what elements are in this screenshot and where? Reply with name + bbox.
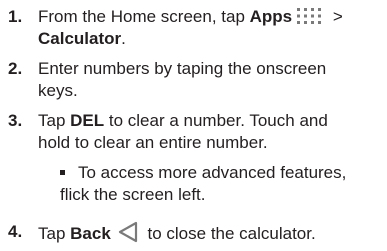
step-text: From the Home screen, tap Apps > Calcula…: [38, 6, 383, 50]
step-line: Enter numbers by taping the onscreen: [38, 59, 327, 78]
apps-grid-icon: [297, 8, 322, 24]
step-line: Tap DEL to clear a number. Touch and: [38, 110, 383, 132]
step-text: Tap Back to close the calculator.: [38, 221, 383, 245]
step-text-post: to close the calculator.: [142, 224, 316, 243]
bullet-line: To access more advanced features,: [78, 163, 347, 182]
step-line: keys.: [38, 81, 78, 100]
step-text-pre: Tap: [38, 111, 71, 130]
step-line: Calculator.: [38, 28, 383, 50]
bullet-text: To access more advanced features, flick …: [60, 162, 383, 206]
step-text: Tap DEL to clear a number. Touch and hol…: [38, 110, 383, 154]
step-number: 2.: [8, 59, 23, 78]
step-text: Enter numbers by taping the onscreen key…: [38, 58, 383, 102]
bullet-line: flick the screen left.: [60, 185, 206, 204]
back-label: Back: [70, 224, 111, 243]
bullet-marker: [60, 170, 65, 175]
step-text-post: .: [121, 29, 126, 48]
step-number: 3.: [8, 111, 23, 130]
step-number: 4.: [8, 222, 23, 241]
step-text-post: >: [328, 7, 343, 26]
instruction-list: 1. From the Home screen, tap Apps > Calc…: [0, 0, 387, 251]
del-label: DEL: [70, 111, 105, 130]
apps-label: Apps: [249, 7, 293, 26]
step-line: Tap Back to close the calculator.: [38, 221, 383, 245]
step-text-pre: Tap: [38, 224, 71, 243]
step-line: From the Home screen, tap Apps >: [38, 6, 383, 28]
step-text-pre: From the Home screen, tap: [38, 7, 250, 26]
step-text-post: to clear a number. Touch and: [104, 111, 328, 130]
calculator-label: Calculator: [38, 29, 122, 48]
step-number: 1.: [8, 7, 23, 26]
step-line: hold to clear an entire number.: [38, 133, 268, 152]
back-triangle-icon: [118, 221, 137, 243]
